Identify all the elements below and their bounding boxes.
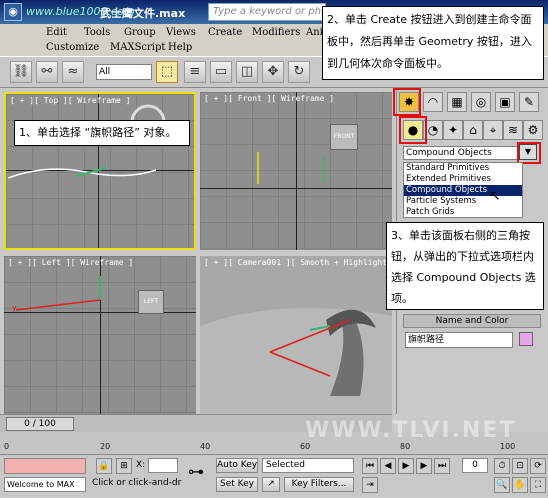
play-icon[interactable]: ▶ [398, 458, 414, 474]
auto-key-button[interactable]: Auto Key [216, 458, 258, 473]
key-icon[interactable]: ⊶ [188, 462, 204, 481]
tutorial-watermark: WWW.TLVI.NET [305, 418, 517, 443]
menu-maxscript[interactable]: MAXScript [110, 42, 165, 53]
go-to-start-icon[interactable]: ⏮ [362, 458, 378, 474]
flag-path-shape [7, 104, 166, 179]
hierarchy-tab-icon[interactable]: ▦ [447, 92, 467, 112]
go-to-end-icon[interactable]: ⏭ [434, 458, 450, 474]
select-rotate-icon[interactable]: ↻ [288, 61, 310, 83]
zoom-icon[interactable]: 🔍 [494, 477, 510, 493]
welcome-text: Welcome to MAX [4, 477, 86, 492]
rendered-scene [200, 308, 392, 414]
select-by-name-icon[interactable]: ≡ [184, 61, 206, 83]
tick-label: 20 [100, 442, 111, 451]
menu-group[interactable]: Group [124, 27, 156, 38]
x-coordinate-field[interactable] [148, 458, 178, 473]
x-coordinate-label: X: [136, 460, 146, 470]
callout-step2: 2、单击 Create 按钮进入到创建主命令面板中，然后再单击 Geometry… [322, 6, 544, 80]
flag-path-shape [257, 152, 325, 184]
unlink-icon[interactable]: ⚯ [36, 61, 58, 83]
window-crossing-icon[interactable]: ◫ [236, 61, 258, 83]
key-mode-icon[interactable]: ⇥ [362, 477, 378, 493]
zoom-extents-icon[interactable]: ⊡ [512, 458, 528, 474]
viewport-top[interactable]: [ + ][ Top ][ Wireframe ] [4, 92, 196, 250]
viewport-label[interactable]: [ + ][ Top ][ Wireframe ] [10, 96, 130, 105]
gizmo: y [12, 276, 101, 312]
svg-text:y: y [12, 303, 17, 312]
menu-create[interactable]: Create [208, 27, 242, 38]
tick-label: 100 [500, 442, 516, 451]
menu-tools[interactable]: Tools [84, 27, 110, 38]
utilities-tab-icon[interactable]: ✎ [519, 92, 539, 112]
prompt-line: Click or click-and-drag [92, 478, 182, 488]
helpers-icon[interactable]: ⌖ [483, 120, 503, 140]
viewport-left[interactable]: LEFT y [ + ][ Left ][ Wireframe ] [4, 256, 196, 414]
cameras-icon[interactable]: ⌂ [463, 120, 483, 140]
list-item[interactable]: Standard Primitives [404, 163, 522, 174]
select-move-icon[interactable]: ✥ [262, 61, 284, 83]
menu-customize[interactable]: Customize [46, 42, 99, 53]
select-object-icon[interactable]: ⬚ [156, 61, 178, 83]
object-color-swatch[interactable] [519, 332, 533, 346]
object-name-field[interactable]: 旗帜路径 [405, 332, 513, 348]
pan-icon[interactable]: ✋ [512, 477, 528, 493]
tick-label: 80 [400, 442, 411, 451]
document-title: 武士鹰文件.max [100, 7, 186, 20]
display-tab-icon[interactable]: ▣ [495, 92, 515, 112]
tick-label: 0 [4, 442, 10, 451]
highlight-box [399, 116, 427, 144]
callout-step1: 1、单击选择 “旗帜路径” 对象。 [14, 120, 190, 146]
previous-frame-icon[interactable]: ◀ [380, 458, 396, 474]
key-mode-dropdown[interactable]: Selected [262, 458, 354, 473]
bind-space-warp-icon[interactable]: ≈ [62, 61, 84, 83]
current-frame-field[interactable]: 0 [462, 458, 488, 473]
viewport-front[interactable]: FRONT [ + ][ Front ][ Wireframe ] [200, 92, 392, 250]
viewport-label[interactable]: [ + ][ Camera001 ][ Smooth + Highlights … [204, 258, 392, 267]
systems-icon[interactable]: ⚙ [523, 120, 543, 140]
mouse-cursor-icon: ↖ [489, 188, 501, 204]
menu-edit[interactable]: Edit [46, 27, 67, 38]
lock-icon[interactable]: 🔒 [96, 458, 112, 474]
maximize-viewport-icon[interactable]: ⛶ [530, 477, 546, 493]
category-dropdown[interactable]: Compound Objects [403, 146, 521, 160]
menu-modifiers[interactable]: Modifiers [252, 27, 300, 38]
menu-animation[interactable]: Ani [306, 27, 323, 38]
modify-tab-icon[interactable]: ◠ [423, 92, 443, 112]
menu-help[interactable]: Help [168, 42, 192, 53]
app-icon[interactable]: ◉ [4, 3, 22, 21]
tick-label: 40 [200, 442, 211, 451]
maxscript-listener[interactable] [4, 458, 86, 474]
menu-views[interactable]: Views [166, 27, 196, 38]
viewport-label[interactable]: [ + ][ Front ][ Wireframe ] [204, 94, 334, 103]
tangent-icon[interactable]: ↗ [262, 477, 280, 492]
link-icon[interactable]: ⛓ [10, 61, 32, 83]
key-filters-button[interactable]: Key Filters... [284, 477, 354, 492]
orbit-icon[interactable]: ⟳ [530, 458, 546, 474]
callout-step3: 3、单击该面板右侧的三角按钮，从弹出的下拉式选项栏内选择 Compound Ob… [386, 222, 544, 310]
time-config-icon[interactable]: ⏱ [494, 458, 510, 474]
selection-filter-dropdown[interactable]: All [96, 64, 152, 80]
motion-tab-icon[interactable]: ◎ [471, 92, 491, 112]
absolute-mode-icon[interactable]: ⊞ [116, 458, 132, 474]
category-list[interactable]: Standard Primitives Extended Primitives … [403, 162, 523, 218]
list-item[interactable]: Patch Grids [404, 207, 522, 218]
viewport-label[interactable]: [ + ][ Left ][ Wireframe ] [8, 258, 133, 267]
lights-icon[interactable]: ✦ [443, 120, 463, 140]
tick-label: 60 [300, 442, 311, 451]
list-item-selected[interactable]: Compound Objects [404, 185, 522, 196]
highlight-box [517, 142, 541, 164]
time-slider-thumb[interactable]: 0 / 100 [6, 417, 74, 431]
rectangle-selection-icon[interactable]: ▭ [210, 61, 232, 83]
highlight-box [393, 88, 421, 116]
search-input[interactable]: Type a keyword or phrase [208, 3, 326, 21]
next-frame-icon[interactable]: ▶ [416, 458, 432, 474]
space-warps-icon[interactable]: ≋ [503, 120, 523, 140]
name-color-rollout[interactable]: Name and Color [403, 314, 541, 328]
list-item[interactable]: Particle Systems [404, 196, 522, 207]
viewport-camera[interactable]: [ + ][ Camera001 ][ Smooth + Highlights … [200, 256, 392, 414]
set-key-button[interactable]: Set Key [216, 477, 258, 492]
list-item[interactable]: Extended Primitives [404, 174, 522, 185]
